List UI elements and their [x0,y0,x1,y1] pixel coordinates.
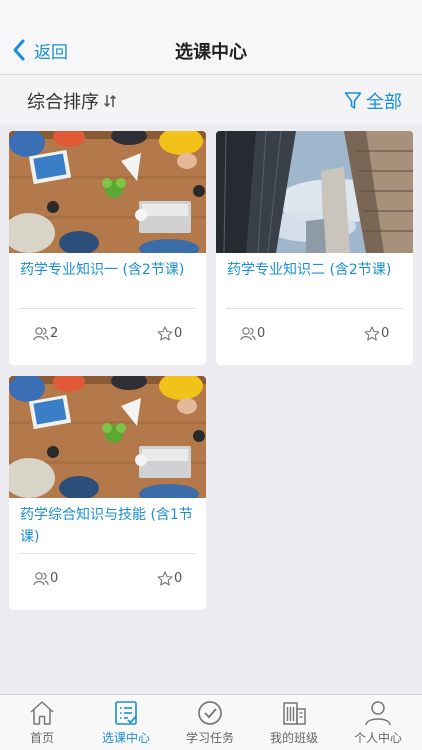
student-count: 0 [33,571,58,586]
student-count: 2 [33,326,58,341]
sort-dropdown[interactable]: 综合排序 [27,88,117,114]
skyscrapers-photo [216,131,413,253]
star-icon [157,571,173,586]
student-count-value: 2 [50,326,59,341]
favorite-count-value: 0 [381,326,390,341]
card-divider [19,308,196,309]
student-count: 0 [240,326,265,341]
tab-label: 我的班级 [269,731,318,745]
sort-label: 综合排序 [27,92,99,113]
meeting-table-photo [9,376,206,498]
filter-bar: 综合排序 全部 [0,75,422,125]
favorite-count[interactable]: 0 [364,326,389,341]
tab-label: 首页 [29,731,54,745]
tab-course-center[interactable]: 选课中心 [84,699,168,750]
person-icon [365,701,391,726]
tab-home[interactable]: 首页 [0,699,84,750]
tab-label: 学习任务 [185,731,234,745]
course-list-icon [115,701,138,725]
student-count-value: 0 [50,571,59,586]
check-circle-icon [198,701,222,725]
people-icon [240,327,256,341]
people-icon [33,572,49,586]
card-divider [226,308,403,309]
tab-label: 选课中心 [101,731,150,745]
course-card[interactable]: 药学专业知识二 (含2节课) 0 0 [216,131,413,365]
favorite-count-value: 0 [174,571,183,586]
favorite-count[interactable]: 0 [157,571,182,586]
home-icon [30,701,54,725]
people-icon [33,327,49,341]
funnel-icon [344,92,362,109]
tab-my-class[interactable]: 我的班级 [252,699,336,750]
card-divider [19,553,196,554]
filter-button[interactable]: 全部 [344,88,402,114]
favorite-count-value: 0 [174,326,183,341]
tab-profile[interactable]: 个人中心 [336,699,420,750]
star-icon [364,326,380,341]
tab-label: 个人中心 [353,731,402,745]
page-title: 选课中心 [175,42,247,63]
tab-bar: 首页 选课中心 学习任务 我的班级 个人中心 [0,694,422,750]
meeting-table-photo [9,131,206,253]
course-card[interactable]: 药学专业知识一 (含2节课) 2 0 [9,131,206,365]
course-card[interactable]: 药学综合知识与技能 (含1节课) 0 0 [9,376,206,610]
sort-icon [103,94,117,108]
course-title: 药学综合知识与技能 (含1节课) [20,507,193,545]
student-count-value: 0 [257,326,266,341]
nav-bar: 返回 选课中心 [0,0,422,75]
filter-label: 全部 [366,92,402,113]
building-icon [283,702,306,725]
star-icon [157,326,173,341]
favorite-count[interactable]: 0 [157,326,182,341]
course-title: 药学专业知识二 (含2节课) [227,262,392,278]
tab-study-tasks[interactable]: 学习任务 [168,699,252,750]
course-title: 药学专业知识一 (含2节课) [20,262,185,278]
